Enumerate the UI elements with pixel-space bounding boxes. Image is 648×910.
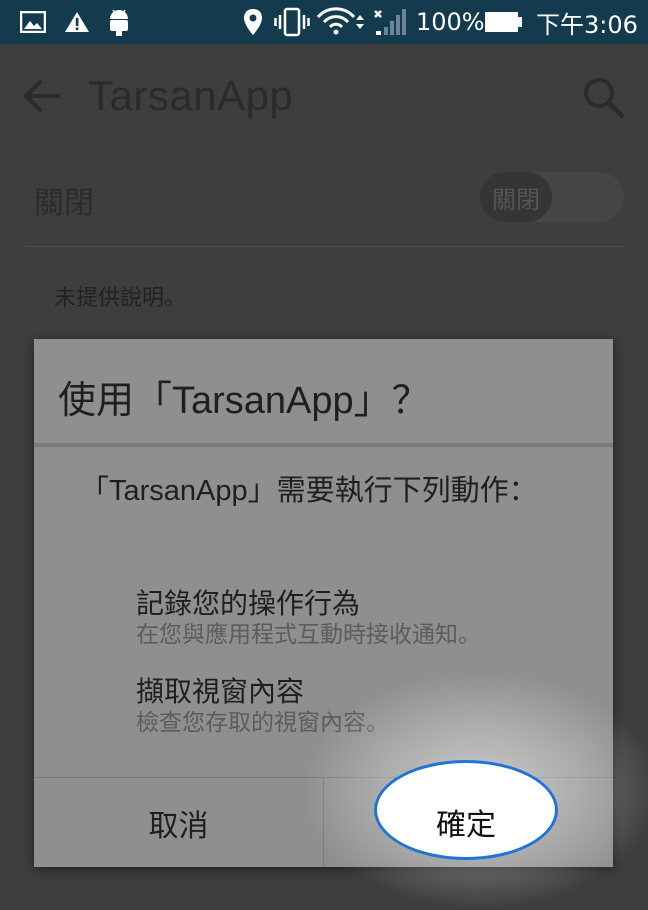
battery-icon — [484, 0, 524, 44]
search-icon[interactable] — [582, 76, 626, 124]
dialog-message: 「TarsanApp」需要執行下列動作： — [80, 475, 538, 507]
vibrate-icon — [274, 0, 310, 44]
back-arrow-icon[interactable] — [22, 76, 62, 120]
master-switch-row[interactable]: 關閉 關閉 — [0, 152, 648, 246]
location-icon — [242, 0, 264, 44]
permission-item: 擷取視窗內容 檢查您存取的視窗內容。 — [136, 675, 596, 737]
page-title: TarsanApp — [88, 72, 294, 119]
android-icon — [106, 0, 132, 44]
permission-item: 記錄您的操作行為 在您與應用程式互動時接收通知。 — [136, 587, 596, 649]
permission-title: 擷取視窗內容 — [136, 675, 305, 708]
dialog-title: 使用「TarsanApp」？ — [58, 380, 430, 422]
status-bar: 100% 下午3:06 — [0, 0, 648, 44]
divider — [26, 246, 624, 247]
signal-icon — [372, 0, 408, 44]
permission-title: 記錄您的操作行為 — [136, 587, 361, 620]
dialog-title-divider — [34, 443, 613, 447]
battery-percent: 100% — [416, 8, 485, 36]
clock: 下午3:06 — [536, 10, 638, 39]
warning-icon — [64, 0, 90, 44]
service-description: 未提供說明。 — [54, 286, 187, 311]
toggle-switch[interactable]: 關閉 — [480, 172, 552, 222]
permission-desc: 在您與應用程式互動時接收通知。 — [136, 622, 481, 648]
ok-button[interactable]: 確定 — [374, 760, 558, 860]
gallery-icon — [20, 0, 46, 44]
wifi-icon — [316, 0, 366, 44]
switch-label: 關閉 — [34, 186, 94, 221]
cancel-button[interactable]: 取消 — [34, 778, 323, 867]
permission-desc: 檢查您存取的視窗內容。 — [136, 710, 389, 736]
app-bar: TarsanApp — [0, 44, 648, 152]
